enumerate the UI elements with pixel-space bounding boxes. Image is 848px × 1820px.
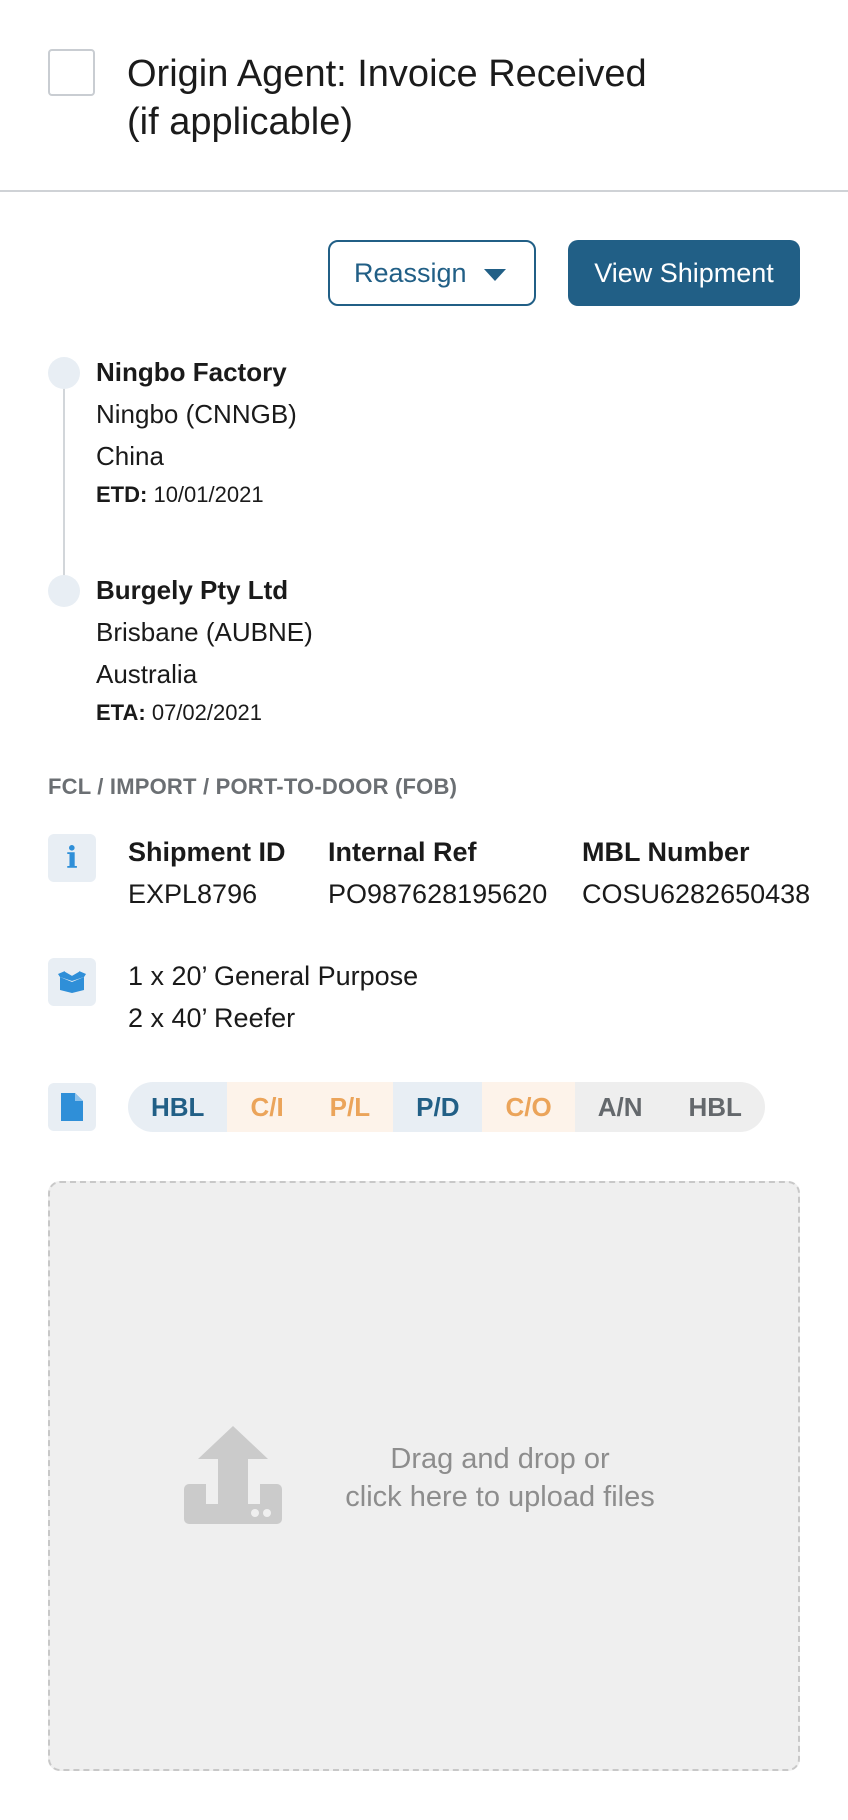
task-header: Origin Agent: Invoice Received (if appli… [0,0,848,192]
internal-ref-label: Internal Ref [328,837,477,867]
task-checkbox[interactable] [48,49,95,96]
container-item: 1 x 20’ General Purpose [128,961,419,991]
task-title-line2: (if applicable) [127,101,353,143]
mbl-number-field: MBL Number COSU6282650438 [582,831,810,915]
document-icon [48,1083,96,1131]
origin-etd: ETD: 10/01/2021 [96,477,297,513]
reassign-dropdown-button[interactable]: Reassign [328,240,536,306]
shipment-id-label: Shipment ID [128,837,286,867]
shipment-id-field: Shipment ID EXPL8796 [128,831,286,915]
eta-label: ETA: [96,700,146,725]
doc-pill-pd[interactable]: P/D [393,1082,483,1132]
internal-ref-value: PO987628195620 [328,879,548,909]
container-box-icon [48,958,96,1006]
origin-port: Ningbo (CNNGB) [96,399,297,429]
task-title-line1: Origin Agent: Invoice Received [127,53,647,95]
origin-name: Ningbo Factory [96,357,287,387]
doc-pill-ci[interactable]: C/I [227,1082,307,1132]
doc-pill-pl[interactable]: P/L [306,1082,394,1132]
doc-pill-an[interactable]: A/N [574,1082,666,1132]
eta-value: 07/02/2021 [151,700,262,725]
destination-country: Australia [96,659,198,689]
view-shipment-button[interactable]: View Shipment [568,240,800,306]
internal-ref-field: Internal Ref PO987628195620 [328,831,547,915]
origin-country: China [96,441,164,471]
document-status-pills: HBL C/I P/L P/D C/O A/N HBL [128,1082,765,1132]
mbl-number-label: MBL Number [582,837,750,867]
container-item: 2 x 40’ Reefer [128,1003,296,1033]
destination-dot [48,575,80,607]
upload-icon [184,1426,282,1524]
etd-value: 10/01/2021 [153,482,264,507]
file-upload-dropzone[interactable]: Drag and drop or click here to upload fi… [48,1181,800,1771]
destination-port: Brisbane (AUBNE) [96,617,313,647]
upload-line1: Drag and drop or [390,1443,610,1475]
destination-eta: ETA: 07/02/2021 [96,695,313,731]
doc-pill-co[interactable]: C/O [482,1082,575,1132]
info-icon: i [48,834,96,882]
destination-name: Burgely Pty Ltd [96,575,289,605]
mbl-number-value: COSU6282650438 [582,879,811,909]
etd-label: ETD: [96,482,148,507]
container-list: 1 x 20’ General Purpose 2 x 40’ Reefer [128,955,418,1039]
task-title: Origin Agent: Invoice Received (if appli… [127,50,747,146]
upload-line2: click here to upload files [345,1481,655,1513]
route-connector-line [63,372,65,590]
origin-dot [48,357,80,389]
upload-instructions: Drag and drop or click here to upload fi… [330,1440,670,1516]
doc-pill-hbl-2[interactable]: HBL [665,1082,765,1132]
reassign-label: Reassign [354,257,467,288]
shipment-id-value: EXPL8796 [128,879,258,909]
doc-pill-hbl[interactable]: HBL [128,1082,228,1132]
origin-location: Ningbo Factory Ningbo (CNNGB) China ETD:… [96,351,297,513]
chevron-down-icon [484,269,506,281]
shipment-mode: FCL / IMPORT / PORT-TO-DOOR (FOB) [48,774,458,799]
destination-location: Burgely Pty Ltd Brisbane (AUBNE) Austral… [96,569,313,731]
